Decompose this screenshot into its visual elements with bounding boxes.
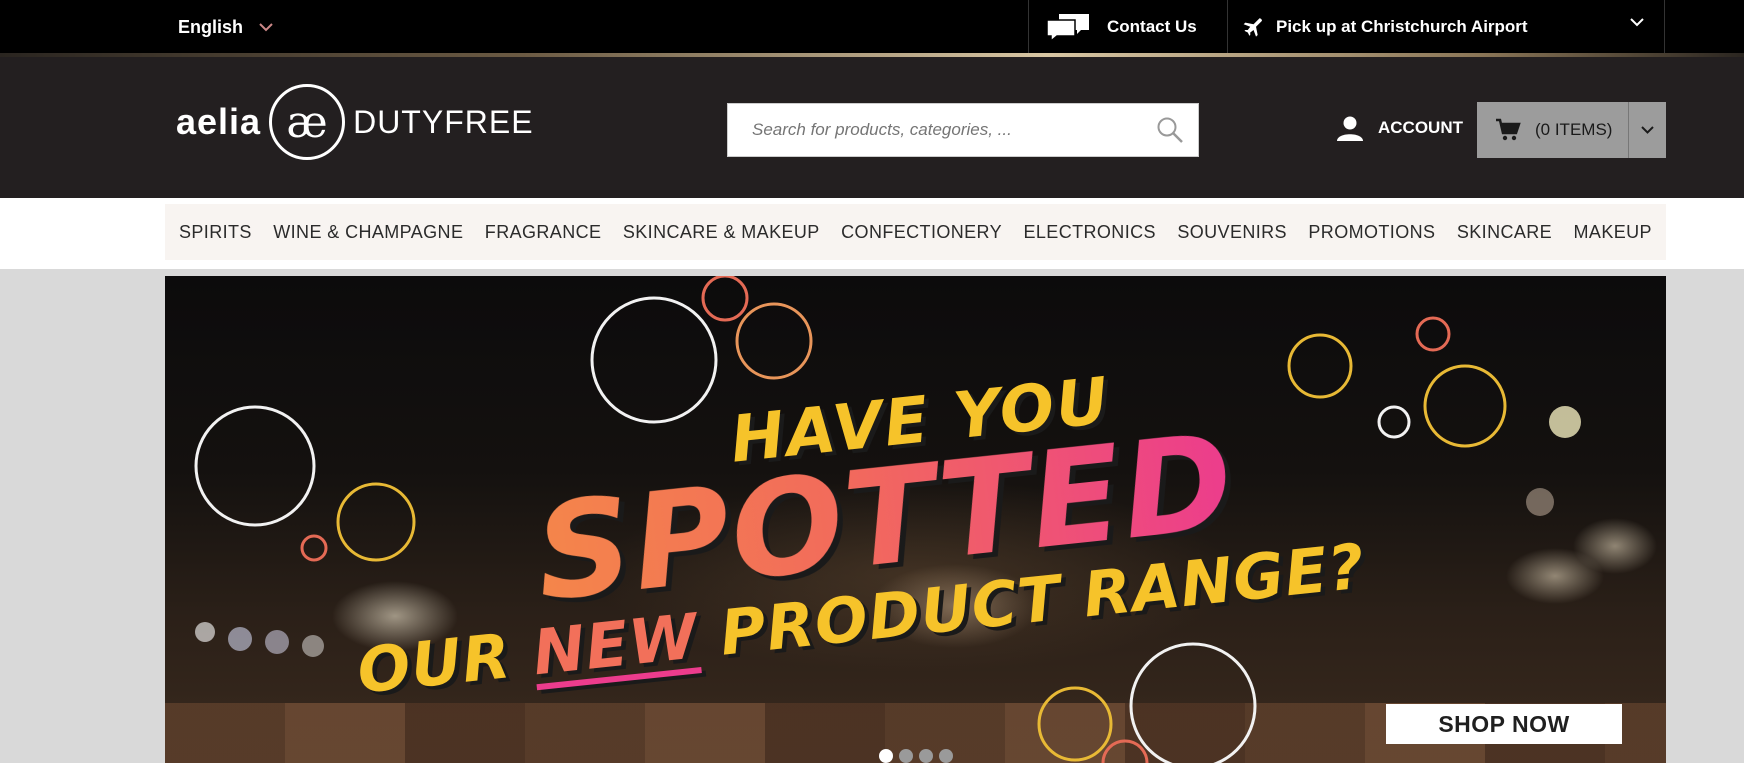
contact-us-label: Contact Us	[1107, 16, 1197, 36]
logo-suffix: DUTYFREE	[353, 103, 534, 140]
logo-mark: æ	[269, 84, 346, 160]
search-icon[interactable]	[1156, 116, 1184, 144]
cart-count-label: (0 ITEMS)	[1535, 120, 1613, 139]
carousel-dots	[879, 749, 953, 763]
nav-item-skincare[interactable]: SKINCARE	[1457, 222, 1552, 243]
nav-item-fragrance[interactable]: FRAGRANCE	[485, 222, 602, 243]
nav-item-wine-champagne[interactable]: WINE & CHAMPAGNE	[273, 222, 463, 243]
chevron-down-icon	[259, 23, 273, 32]
logo-word: aelia	[176, 101, 262, 142]
shop-now-button[interactable]: SHOP NOW	[1386, 704, 1622, 744]
cart-button[interactable]: (0 ITEMS)	[1477, 118, 1628, 142]
top-bar: English Contact Us Pick up at Christchur…	[0, 0, 1744, 57]
chevron-down-icon	[1641, 126, 1654, 134]
language-selector[interactable]: English	[178, 17, 273, 38]
site-logo[interactable]: aelia æ DUTYFREE	[176, 84, 534, 160]
nav-item-promotions[interactable]: PROMOTIONS	[1308, 222, 1435, 243]
chevron-down-icon	[1630, 18, 1644, 27]
airplane-icon	[1243, 17, 1262, 37]
carousel-dot-4[interactable]	[939, 749, 953, 763]
category-nav: SPIRITS WINE & CHAMPAGNE FRAGRANCE SKINC…	[165, 204, 1666, 260]
carousel-dot-2[interactable]	[899, 749, 913, 763]
language-label: English	[178, 17, 244, 37]
nav-item-skincare-makeup[interactable]: SKINCARE & MAKEUP	[623, 222, 820, 243]
nav-item-souvenirs[interactable]: SOUVENIRS	[1177, 222, 1287, 243]
cart-icon	[1496, 118, 1521, 141]
cart-widget: (0 ITEMS)	[1477, 102, 1666, 158]
search-box	[727, 103, 1199, 157]
site-header: aelia æ DUTYFREE ACCOUNT (0 ITEMS)	[0, 57, 1744, 198]
search-input[interactable]	[728, 104, 1198, 156]
headline-word-our: OUR	[353, 619, 515, 708]
carousel-dot-3[interactable]	[919, 749, 933, 763]
contact-us-link[interactable]: Contact Us	[1028, 0, 1227, 53]
chat-bubbles-icon	[1046, 13, 1089, 42]
cart-dropdown-toggle[interactable]	[1628, 102, 1666, 158]
account-link[interactable]: ACCOUNT	[1336, 114, 1463, 142]
category-nav-wrapper: SPIRITS WINE & CHAMPAGNE FRAGRANCE SKINC…	[0, 198, 1744, 269]
nav-item-confectionery[interactable]: CONFECTIONERY	[841, 222, 1002, 243]
banner-headline: HAVE YOU SPOTTED OUR NEW PRODUCT RANGE?	[165, 276, 1666, 763]
user-icon	[1337, 116, 1363, 141]
nav-item-electronics[interactable]: ELECTRONICS	[1023, 222, 1155, 243]
hero-banner[interactable]: HAVE YOU SPOTTED OUR NEW PRODUCT RANGE? …	[165, 276, 1666, 763]
account-label: ACCOUNT	[1378, 118, 1463, 137]
pickup-location-selector[interactable]: Pick up at Christchurch Airport	[1227, 0, 1665, 53]
nav-item-spirits[interactable]: SPIRITS	[179, 222, 252, 243]
carousel-dot-1[interactable]	[879, 749, 893, 763]
pickup-location-label: Pick up at Christchurch Airport	[1276, 16, 1528, 36]
nav-item-makeup[interactable]: MAKEUP	[1574, 222, 1652, 243]
